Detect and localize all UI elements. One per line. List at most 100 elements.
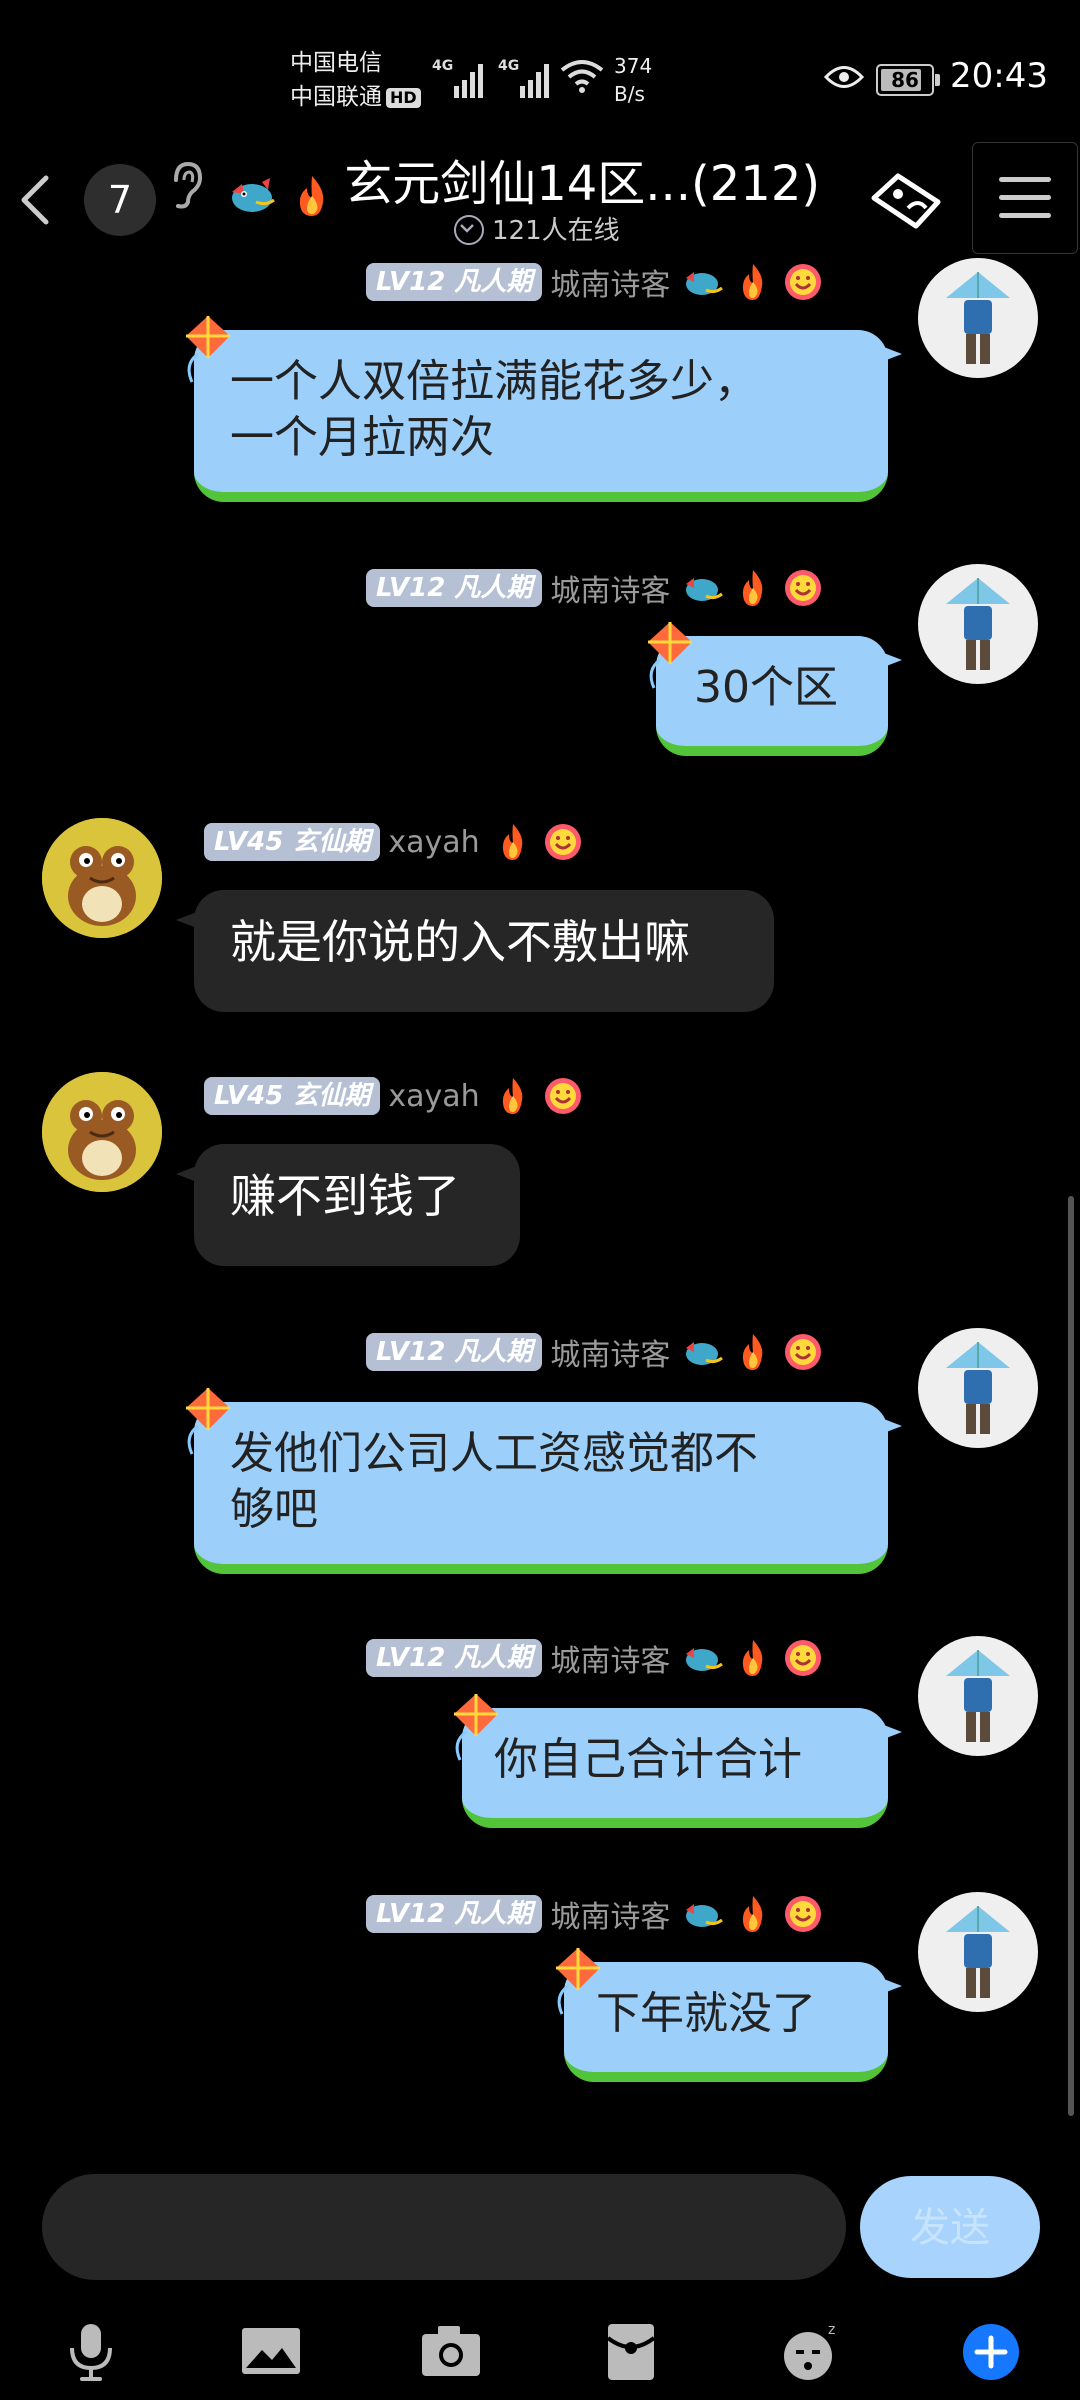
username[interactable]: 城南诗客: [550, 1330, 670, 1374]
chat-header-title[interactable]: 玄元剑仙14区...(212): [226, 144, 866, 218]
avatar-me[interactable]: [918, 1892, 1038, 2012]
message-line: 够吧: [230, 1484, 318, 1535]
network-type-2: 4G: [498, 58, 520, 74]
message-bubble[interactable]: 30个区: [648, 622, 902, 756]
back-arrow-icon[interactable]: [14, 172, 58, 228]
net-speed-value: 374: [614, 54, 653, 78]
username[interactable]: xayah: [388, 1079, 479, 1114]
chevron-down-icon: [454, 214, 484, 245]
username[interactable]: 城南诗客: [550, 260, 670, 304]
fire-badge-icon: [502, 1078, 522, 1114]
message-line: 30个区: [694, 662, 838, 713]
avatar-me[interactable]: [918, 1636, 1038, 1756]
ear-icon[interactable]: [166, 160, 206, 210]
smile-flower-icon: [544, 1078, 581, 1114]
svg-text:z: z: [828, 2322, 835, 2338]
smile-flower-icon: [785, 570, 822, 606]
dragon-badge-icon: [686, 1342, 724, 1365]
message-meta: LV12 凡人期 城南诗客: [366, 1636, 826, 1680]
level-badge: LV12 凡人期: [366, 1639, 543, 1677]
signal-icon-2: 4G: [498, 58, 552, 98]
sticker-icon[interactable]: z: [776, 2320, 846, 2384]
username[interactable]: xayah: [388, 825, 479, 860]
online-count[interactable]: 121人在线: [454, 210, 620, 247]
dragon-badge-icon: [686, 1904, 724, 1927]
battery-icon: 86: [876, 64, 940, 96]
avatar-xayah[interactable]: [42, 1072, 162, 1192]
avatar-xayah[interactable]: [42, 818, 162, 938]
message-bubble[interactable]: 发他们公司人工资感觉都不 够吧: [186, 1388, 902, 1574]
camera-icon[interactable]: [416, 2320, 486, 2384]
smile-flower-icon: [544, 824, 581, 860]
message-line: 发他们公司人工资感觉都不: [230, 1428, 758, 1479]
group-title: 玄元剑仙14区...(212): [344, 156, 821, 212]
message-bubble[interactable]: 你自己合计合计: [454, 1694, 902, 1828]
message-line: 赚不到钱了: [230, 1169, 460, 1223]
message-bubble[interactable]: 赚不到钱了: [176, 1144, 520, 1266]
avatar-me[interactable]: [918, 564, 1038, 684]
kite-decoration-icon: [186, 316, 230, 383]
kite-decoration-icon: [648, 622, 692, 689]
message-line: 就是你说的入不敷出嘛: [230, 915, 690, 969]
group-tag-icon[interactable]: [868, 168, 948, 234]
message-meta: LV12 凡人期 城南诗客: [366, 566, 826, 610]
fire-emoji: [299, 175, 324, 216]
message-line: 一个人双倍拉满能花多少，: [230, 356, 758, 407]
avatar-me[interactable]: [918, 1328, 1038, 1448]
message-input[interactable]: [42, 2174, 846, 2280]
menu-button[interactable]: [972, 142, 1078, 254]
message-meta: LV12 凡人期 城南诗客: [366, 1330, 826, 1374]
message-meta: LV45 玄仙期 xayah: [204, 1076, 586, 1116]
online-count-text: 121人在线: [492, 216, 620, 246]
message-bubble[interactable]: 就是你说的入不敷出嘛: [176, 890, 774, 1012]
message-meta: LV12 凡人期 城南诗客: [366, 260, 826, 304]
fire-badge-icon: [743, 570, 763, 606]
battery-level: 86: [891, 68, 919, 92]
scrollbar[interactable]: [1068, 1196, 1074, 2116]
carrier-2: 中国联通: [290, 84, 382, 110]
message-line: 你自己合计合计: [494, 1734, 802, 1785]
eye-comfort-icon: [824, 66, 864, 88]
red-packet-icon[interactable]: [596, 2320, 666, 2384]
username[interactable]: 城南诗客: [550, 1892, 670, 1936]
kite-decoration-icon: [556, 1948, 600, 2015]
message-line: 一个月拉两次: [230, 412, 494, 463]
image-icon[interactable]: [236, 2320, 306, 2384]
level-badge: LV12 凡人期: [366, 1895, 543, 1933]
level-badge: LV45 玄仙期: [204, 823, 381, 861]
send-button[interactable]: 发送: [860, 2176, 1040, 2278]
kite-decoration-icon: [454, 1694, 498, 1761]
message-line: 下年就没了: [596, 1988, 816, 2039]
avatar-me[interactable]: [918, 258, 1038, 378]
message-meta: LV12 凡人期 城南诗客: [366, 1892, 826, 1936]
smile-flower-icon: [785, 264, 822, 300]
dragon-badge-icon: [686, 578, 724, 601]
fire-badge-icon: [743, 1334, 763, 1370]
username[interactable]: 城南诗客: [550, 566, 670, 610]
fire-badge-icon: [502, 824, 522, 860]
signal-icon-1: 4G: [432, 58, 486, 98]
net-speed: 374 B/s: [614, 52, 652, 108]
dragon-emoji: [232, 177, 275, 212]
level-badge: LV12 凡人期: [366, 1333, 543, 1371]
bottom-toolbar: z: [0, 2300, 1080, 2400]
mic-icon[interactable]: [56, 2320, 126, 2384]
carrier-1: 中国电信: [290, 50, 382, 76]
message-bubble[interactable]: 一个人双倍拉满能花多少， 一个月拉两次: [186, 316, 902, 502]
unread-count-badge[interactable]: 7: [84, 164, 156, 236]
message-bubble[interactable]: 下年就没了: [556, 1948, 902, 2082]
dragon-badge-icon: [686, 1648, 724, 1671]
status-bar: 中国电信 中国联通 HD 4G 4G 374 B/s 86 20:43: [0, 0, 1080, 140]
net-speed-unit: B/s: [614, 82, 645, 106]
kite-decoration-icon: [186, 1388, 230, 1455]
plus-icon[interactable]: [956, 2320, 1026, 2384]
smile-flower-icon: [785, 1640, 822, 1676]
smile-flower-icon: [785, 1896, 822, 1932]
fire-badge-icon: [743, 1896, 763, 1932]
level-badge: LV12 凡人期: [366, 569, 543, 607]
fire-badge-icon: [743, 1640, 763, 1676]
username[interactable]: 城南诗客: [550, 1636, 670, 1680]
message-meta: LV45 玄仙期 xayah: [204, 822, 586, 862]
fire-badge-icon: [743, 264, 763, 300]
level-badge: LV12 凡人期: [366, 263, 543, 301]
